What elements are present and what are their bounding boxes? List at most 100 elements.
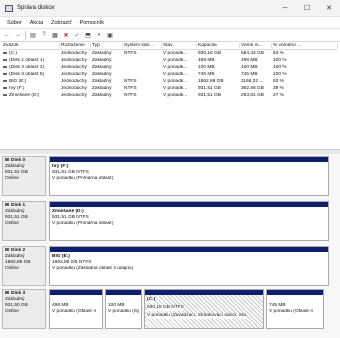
back-icon[interactable]: ←: [3, 31, 11, 39]
menu-view[interactable]: Zobraziť: [47, 20, 75, 26]
disk-info[interactable]: Disk 1 Základný 931,51 GB Online: [2, 201, 46, 241]
volume-icon: [3, 72, 7, 75]
partition-block[interactable]: hry (F:) 931,51 GB NTFS V poriadku (Primár…: [49, 156, 329, 196]
disk-info[interactable]: Disk 2 Základný 1862,89 GB Online: [2, 246, 46, 286]
menu-bar: Súbor Akcia Zobraziť Pomocník: [0, 17, 340, 29]
volume-cell: 362,58 GB: [241, 86, 264, 91]
partition-text: 745 MB V poriadku (Oblasť n: [267, 295, 323, 315]
partition-text: BIG (E:) 1862,89 GB NTFS V poriadku (Zákla…: [50, 252, 328, 272]
volume-cell: 100 MB: [241, 65, 258, 70]
delete-icon[interactable]: ✕: [62, 31, 70, 39]
disk-name-text: Disk 2: [11, 248, 26, 253]
volume-name: (Disk 1 oblasť 1): [2, 58, 60, 63]
partition-strip: BIG (E:) 1862,89 GB NTFS V poriadku (Zákla…: [49, 246, 329, 286]
volume-name: (Disk 3 oblasť 5): [2, 72, 60, 77]
volume-cell: 1862,89 GB: [198, 79, 224, 84]
volume-icon: [3, 79, 7, 82]
volume-cell: 39 %: [273, 86, 284, 91]
maximize-button[interactable]: ☐: [296, 0, 318, 16]
volume-name: Zmiešané (D:): [2, 93, 60, 98]
volume-list-header: Zväzok Rozloženie Typ Systém súb... Stav…: [2, 41, 338, 50]
disk-row: Disk 0 Základný 931,51 GB Online hry (F:) 931…: [2, 156, 329, 196]
volume-name-text: (Disk 3 oblasť 2): [9, 65, 45, 70]
volume-cell: 931,51 GB: [198, 93, 221, 98]
volume-name-text: Zmiešané (D:): [9, 93, 40, 98]
volume-row[interactable]: (C:) Jednoduchý Základný NTFS V poriadk... 93…: [2, 50, 338, 57]
col-header-capacity[interactable]: Kapacita: [197, 42, 240, 48]
partition-block[interactable]: BIG (E:) 1862,89 GB NTFS V poriadku (Zákla…: [49, 246, 329, 286]
volume-cell: 499 MB: [241, 58, 258, 63]
partition-block[interactable]: 745 MB V poriadku (Oblasť n: [266, 289, 324, 329]
check-icon[interactable]: ✓: [73, 31, 81, 39]
volume-cell: V poriadk...: [163, 79, 188, 84]
volume-row[interactable]: (Disk 3 oblasť 5) Jednoduchý Základný V por…: [2, 71, 338, 78]
disk-info[interactable]: Disk 3 Základný 931,50 GB Online: [2, 289, 46, 329]
volume-name: BIG (E:): [2, 79, 60, 84]
partition-block[interactable]: (C:) 930,18 GB NTFS V poriadku (Zavádzací,…: [144, 289, 264, 329]
volume-name-text: BIG (E:): [9, 79, 27, 84]
col-header-percent-free[interactable]: % voľného ...: [272, 42, 338, 48]
volume-cell: Jednoduchý: [61, 58, 87, 63]
volume-cell: V poriadk...: [163, 65, 188, 70]
col-header-type[interactable]: Typ: [91, 42, 123, 48]
col-header-status[interactable]: Stav: [162, 42, 197, 48]
volume-cell: Základný: [92, 72, 112, 77]
disk-icon: [5, 248, 9, 251]
view-list-icon[interactable]: ▤: [29, 31, 37, 39]
forward-icon[interactable]: →: [14, 31, 22, 39]
partition-text: 100 MB V poriadku (Sy: [106, 295, 141, 315]
disk-row: Disk 1 Základný 931,51 GB Online Zmiešané (D…: [2, 201, 329, 241]
disk-row: Disk 2 Základný 1862,89 GB Online BIG (E:) 18…: [2, 246, 329, 286]
menu-file[interactable]: Súbor: [3, 20, 26, 26]
volume-row[interactable]: Zmiešané (D:) Jednoduchý Základný NTFS V por…: [2, 92, 338, 99]
properties-icon[interactable]: ▦: [51, 31, 59, 39]
menu-action[interactable]: Akcia: [26, 20, 47, 26]
disk-info[interactable]: Disk 0 Základný 931,51 GB Online: [2, 156, 46, 196]
col-header-free-space[interactable]: Voľné m...: [240, 42, 272, 48]
close-button[interactable]: ✕: [318, 0, 340, 16]
disk-management-icon: [5, 4, 13, 12]
volume-cell: V poriadk...: [163, 58, 188, 63]
volume-cell: 63 %: [273, 51, 284, 56]
volume-cell: Jednoduchý: [61, 65, 87, 70]
volume-cell: Základný: [92, 79, 112, 84]
volume-icon: [3, 86, 7, 89]
volume-row[interactable]: (Disk 3 oblasť 2) Jednoduchý Základný V por…: [2, 64, 338, 71]
volume-cell: Základný: [92, 86, 112, 91]
volume-cell: 930,18 GB: [198, 51, 221, 56]
disk-icon: [5, 203, 9, 206]
volume-row[interactable]: BIG (E:) Jednoduchý Základný NTFS V poriadk.…: [2, 78, 338, 85]
volume-cell: Jednoduchý: [61, 51, 87, 56]
volume-name: hry (F:): [2, 86, 60, 91]
volume-name-text: hry (F:): [9, 86, 25, 91]
partition-label: (C:): [147, 297, 156, 303]
partition-block[interactable]: Zmiešané (D:) 931,51 GB NTFS V poriadku (P…: [49, 201, 329, 241]
view-icon[interactable]: ▣: [106, 31, 114, 39]
col-header-layout[interactable]: Rozloženie: [60, 42, 91, 48]
partition-block[interactable]: 499 MB V poriadku (Oblasť n: [49, 289, 103, 329]
volume-cell: 100 MB: [198, 65, 215, 70]
open-folder-icon[interactable]: ⬒: [84, 31, 92, 39]
volume-row[interactable]: (Disk 1 oblasť 1) Jednoduchý Základný V por…: [2, 57, 338, 64]
disk-status: Online: [5, 266, 19, 271]
partition-line2: V poriadku (Oblasť n: [269, 309, 314, 314]
partition-block[interactable]: 100 MB V poriadku (Sy: [105, 289, 142, 329]
partition-line2: V poriadku (Primárna oblasť): [52, 176, 114, 181]
partition-strip: 499 MB V poriadku (Oblasť n 100 MB V poria…: [49, 289, 329, 329]
minimize-button[interactable]: ─: [274, 0, 296, 16]
volume-cell: 63 %: [273, 79, 284, 84]
search-icon[interactable]: ⌕: [95, 31, 103, 39]
volume-cell: 27 %: [273, 93, 284, 98]
menu-help[interactable]: Pomocník: [76, 20, 108, 26]
disk-icon: [5, 158, 9, 161]
col-header-filesystem[interactable]: Systém súb...: [123, 42, 162, 48]
partition-line2: V poriadku (Základná oblasť s údajmi): [52, 266, 133, 271]
volume-row[interactable]: hry (F:) Jednoduchý Základný NTFS V poriadk.…: [2, 85, 338, 92]
partition-strip: hry (F:) 931,51 GB NTFS V poriadku (Primár…: [49, 156, 329, 196]
col-header-volume[interactable]: Zväzok: [2, 42, 60, 48]
partition-text: Zmiešané (D:) 931,51 GB NTFS V poriadku (P…: [50, 207, 328, 227]
volume-name-text: (Disk 3 oblasť 5): [9, 72, 45, 77]
volume-cell: Jednoduchý: [61, 93, 87, 98]
help-icon[interactable]: ?: [40, 31, 48, 39]
partition-text: (C:) 930,18 GB NTFS V poriadku (Zavádzací,…: [145, 295, 263, 321]
